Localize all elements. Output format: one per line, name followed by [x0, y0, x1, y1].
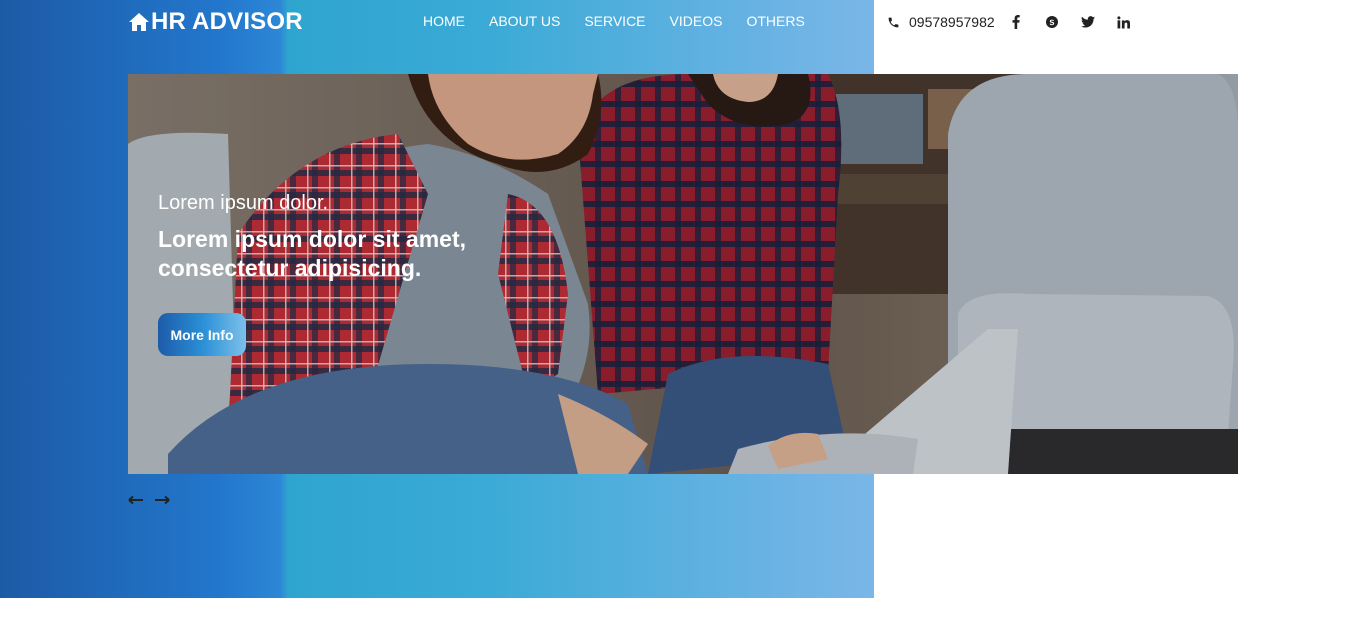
nav-item-videos[interactable]: VIDEOS [670, 13, 723, 31]
contact-bar: 09578957982 [887, 11, 1131, 33]
arrow-left-icon[interactable] [128, 494, 144, 506]
more-info-button[interactable]: More Info [158, 313, 246, 356]
main-nav: HOME ABOUT US SERVICE VIDEOS OTHERS [423, 13, 805, 31]
social-links [1009, 15, 1131, 29]
phone-number[interactable]: 09578957982 [909, 14, 995, 30]
nav-item-service[interactable]: SERVICE [584, 13, 645, 31]
hero-title: Lorem ipsum dolor sit amet, consectetur … [158, 226, 466, 281]
twitter-icon[interactable] [1080, 15, 1095, 29]
skype-icon[interactable] [1045, 15, 1059, 29]
nav-item-about-us[interactable]: ABOUT US [489, 13, 560, 31]
slider-controls [128, 494, 170, 506]
hero-subtitle: Lorem ipsum dolor. [158, 192, 329, 214]
hero-slide: Lorem ipsum dolor. Lorem ipsum dolor sit… [128, 74, 1238, 474]
brand-logo[interactable]: HR ADVISOR [128, 8, 303, 36]
brand-name: HR ADVISOR [151, 8, 303, 35]
nav-item-home[interactable]: HOME [423, 13, 465, 31]
nav-item-others[interactable]: OTHERS [746, 13, 804, 31]
facebook-icon[interactable] [1009, 15, 1023, 29]
home-icon [128, 12, 151, 32]
hero-text: Lorem ipsum dolor. Lorem ipsum dolor sit… [158, 192, 518, 283]
phone-icon [887, 16, 900, 29]
linkedin-icon[interactable] [1117, 15, 1131, 29]
arrow-right-icon[interactable] [154, 494, 170, 506]
